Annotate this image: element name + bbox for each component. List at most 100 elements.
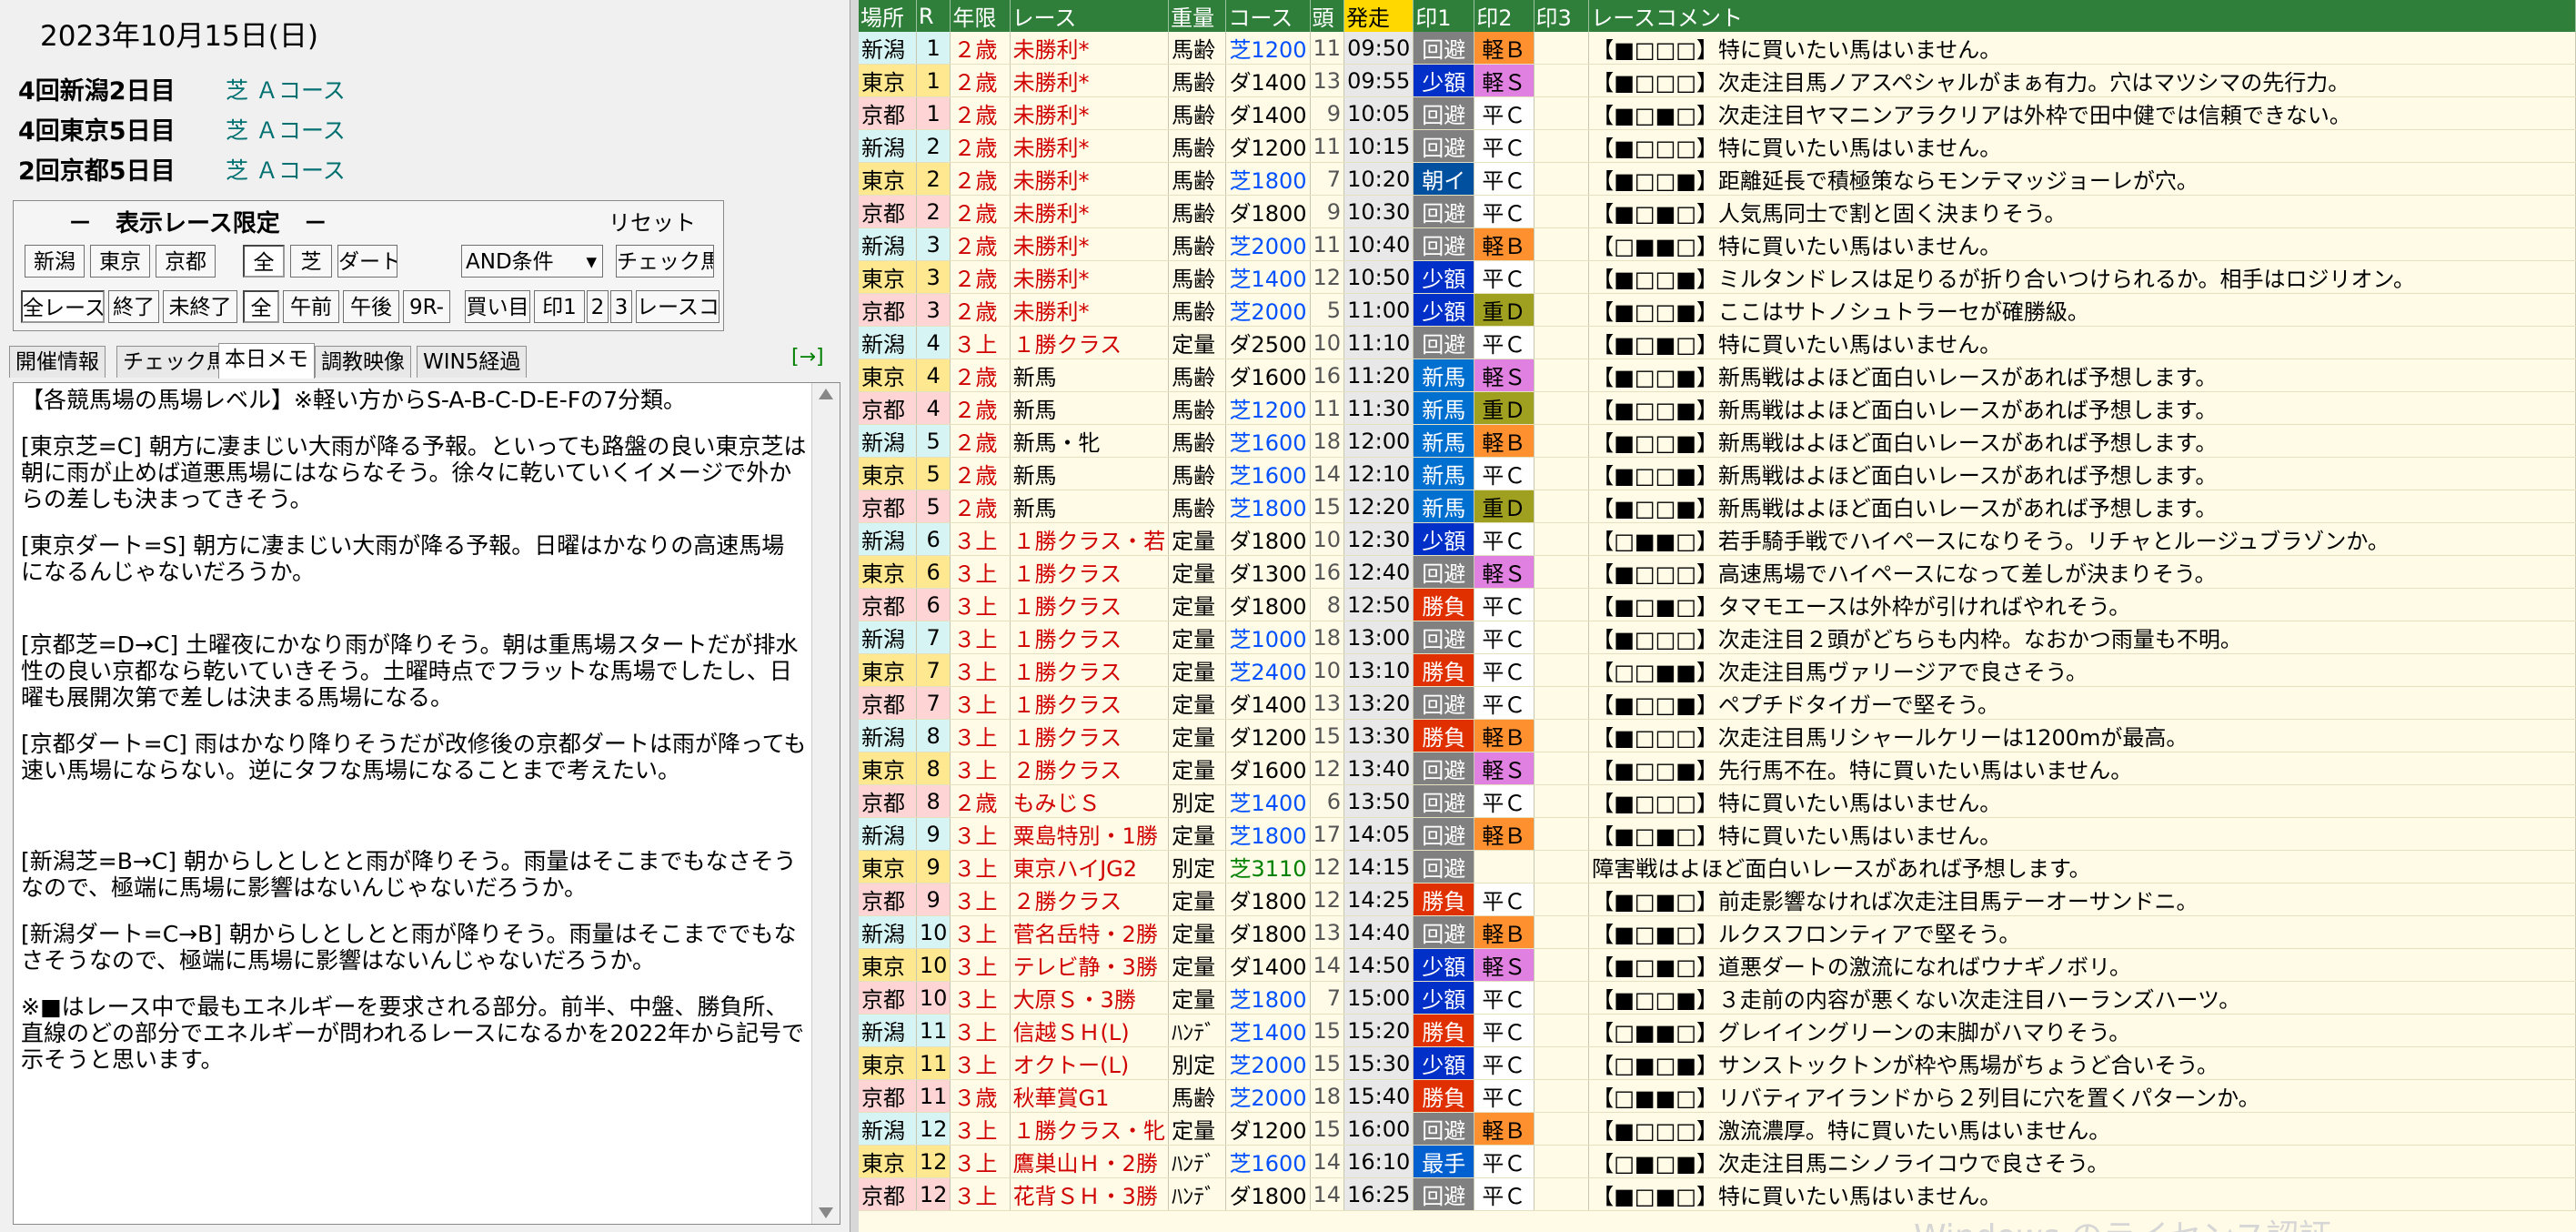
col-race-no-header[interactable]: R <box>916 0 951 32</box>
col-course-header[interactable]: コース <box>1225 0 1311 32</box>
table-row[interactable]: 東京 10 ３上 テレビ静・3勝 定量 ダ1400 14 14:50 少額 軽Ｓ 【■□■□】道悪ダ… <box>859 948 2576 982</box>
filter-tokyo-button[interactable]: 東京 <box>90 245 150 278</box>
cell-comment: 【■□□■】ここはサトノシュトラーセが確勝級。 <box>1588 293 2576 327</box>
memo-textarea[interactable]: 【各競馬場の馬場レベル】※軽い方からS-A-B-C-D-E-Fの7分類。 [東京… <box>13 382 840 1225</box>
cell-heads: 13 <box>1310 915 1345 949</box>
cell-age: ２歳 <box>950 293 1011 327</box>
table-row[interactable]: 京都 1 ２歳 未勝利* 馬齢 ダ1400 9 10:05 回避 平Ｃ 【■□■□】次走注目ヤマニン… <box>859 96 2576 130</box>
col-comment-header[interactable]: レースコメント <box>1588 0 2576 32</box>
memo-paragraph: [京都ダート=C] 雨はかなり降りそうだが改修後の京都ダートは雨が降っても速い馬… <box>21 731 807 783</box>
col-start-time-header[interactable]: 発走 <box>1343 0 1414 32</box>
and-condition-select[interactable]: AND条件 ▾ <box>461 245 603 278</box>
col-mark2-header[interactable]: 印2 <box>1474 0 1535 32</box>
tab-today-memo[interactable]: 本日メモ <box>218 343 315 379</box>
race-comment-button[interactable]: レースコメ <box>636 290 719 323</box>
cell-weight: 定量 <box>1168 817 1227 851</box>
filter-niigata-button[interactable]: 新潟 <box>25 245 85 278</box>
table-row[interactable]: 新潟 7 ３上 １勝クラス 定量 芝1000 18 13:00 回避 平Ｃ 【■□□□】次走注目２頭… <box>859 621 2576 654</box>
col-age-header[interactable]: 年限 <box>950 0 1011 32</box>
filter-morning-button[interactable]: 午前 <box>283 290 339 323</box>
col-mark1-header[interactable]: 印1 <box>1413 0 1475 32</box>
table-row[interactable]: 東京 1 ２歳 未勝利* 馬齢 ダ1400 13 09:55 少額 軽Ｓ 【■□□□】次走注目馬ノア… <box>859 64 2576 97</box>
cell-heads: 11 <box>1310 391 1345 425</box>
table-row[interactable]: 京都 3 ２歳 未勝利* 馬齢 芝2000 5 11:00 少額 重Ｄ 【■□□■】ここはサトノシュ… <box>859 293 2576 327</box>
mark3-button[interactable]: 3 <box>610 290 632 323</box>
table-row[interactable]: 新潟 10 ３上 菅名岳特・2勝 定量 ダ1800 13 14:40 回避 軽Ｂ 【■□■□】ルクス… <box>859 915 2576 949</box>
tab-training-video[interactable]: 調教映像 <box>315 346 411 378</box>
table-row[interactable]: 新潟 1 ２歳 未勝利* 馬齢 芝1200 11 09:50 回避 軽Ｂ 【■□□□】特に買いたい馬… <box>859 32 2576 65</box>
cell-mark3 <box>1534 817 1590 851</box>
table-row[interactable]: 京都 2 ２歳 未勝利* 馬齢 ダ1800 9 10:30 回避 平Ｃ 【■□■□】人気馬同士で割と… <box>859 195 2576 228</box>
filter-finished-button[interactable]: 終了 <box>108 290 159 323</box>
table-row[interactable]: 京都 6 ３上 １勝クラス 定量 ダ1800 8 12:50 勝負 平Ｃ 【■□■□】タマモエースは… <box>859 588 2576 621</box>
table-row[interactable]: 東京 5 ２歳 新馬 馬齢 芝1600 14 12:10 新馬 平Ｃ 【■□□■】新馬戦はよほど面白… <box>859 457 2576 490</box>
filter-all-races-button[interactable]: 全レース <box>21 290 105 323</box>
cell-heads: 6 <box>1310 784 1345 818</box>
mark1-button[interactable]: 印1 <box>534 290 585 323</box>
cell-course: 芝1200 <box>1225 391 1311 425</box>
tab-kaisai-info[interactable]: 開催情報 <box>9 346 106 378</box>
table-row[interactable]: 京都 8 ２歳 もみじＳ 別定 芝1400 6 13:50 回避 平Ｃ 【■□□□】特に買いたい馬は… <box>859 784 2576 818</box>
filter-all-surface-button[interactable]: 全 <box>243 245 285 278</box>
filter-dirt-button[interactable]: ダート <box>337 245 397 278</box>
table-row[interactable]: 京都 11 ３歳 秋華賞G1 馬齢 芝2000 18 15:40 勝負 平Ｃ 【□■■□】リバティア… <box>859 1079 2576 1113</box>
col-race-name-header[interactable]: レース <box>1010 0 1170 32</box>
filter-turf-button[interactable]: 芝 <box>290 245 332 278</box>
expand-arrow-button[interactable]: [→] <box>791 346 824 369</box>
table-row[interactable]: 新潟 9 ３上 粟島特別・1勝 定量 芝1800 17 14:05 回避 軽Ｂ 【■□■□】特に買い… <box>859 817 2576 851</box>
cell-race-name: １勝クラス <box>1010 326 1170 359</box>
col-venue-header[interactable]: 場所 <box>859 0 917 32</box>
memo-paragraph: [新潟芝=B→C] 朝からしとしとと雨が降りそう。雨量はそこまでもなさそうなので… <box>21 848 797 901</box>
table-row[interactable]: 新潟 4 ３上 １勝クラス 定量 ダ2500 10 11:10 回避 平Ｃ 【■□■□】特に買いたい… <box>859 326 2576 359</box>
check-horse-button[interactable]: チェック馬 <box>616 245 714 278</box>
col-mark3-header[interactable]: 印3 <box>1534 0 1590 32</box>
mark2-button[interactable]: 2 <box>587 290 609 323</box>
tab-win5[interactable]: WIN5経過 <box>417 346 528 378</box>
cell-race-no: 3 <box>916 227 951 261</box>
table-row[interactable]: 東京 7 ３上 １勝クラス 定量 芝2400 10 13:10 勝負 平Ｃ 【□□■■】次走注目馬ヴ… <box>859 653 2576 687</box>
col-weight-header[interactable]: 重量 <box>1168 0 1227 32</box>
reset-button[interactable]: リセット <box>609 205 696 237</box>
cell-race-no: 9 <box>916 817 951 851</box>
table-row[interactable]: 京都 12 ３上 花背ＳＨ・3勝 ﾊﾝﾃﾞ ダ1800 14 16:25 回避 平Ｃ 【■□■□】特… <box>859 1177 2576 1211</box>
table-row[interactable]: 東京 9 ３上 東京ハイJG2 別定 芝3110 12 14:15 回避 障害戦はよほど面白いレー… <box>859 850 2576 884</box>
cell-mark2: 軽Ｂ <box>1474 424 1535 458</box>
table-row[interactable]: 東京 8 ３上 ２勝クラス 定量 ダ1600 12 13:40 回避 軽Ｓ 【■□□■】先行馬不在。… <box>859 752 2576 785</box>
table-row[interactable]: 新潟 12 ３上 １勝クラス・牝 定量 ダ1200 15 16:00 回避 軽Ｂ 【■□□□】激流濃… <box>859 1112 2576 1146</box>
table-row[interactable]: 京都 10 ３上 大原Ｓ・3勝 定量 芝1800 7 15:00 少額 平Ｃ 【■□□■】３走前の内… <box>859 981 2576 1015</box>
table-row[interactable]: 新潟 3 ２歳 未勝利* 馬齢 芝2000 11 10:40 回避 軽Ｂ 【□■■□】特に買いたい馬… <box>859 227 2576 261</box>
table-row[interactable]: 東京 6 ３上 １勝クラス 定量 ダ1300 16 12:40 回避 軽Ｓ 【■□□□】高速馬場でハ… <box>859 555 2576 589</box>
table-row[interactable]: 新潟 11 ３上 信越ＳＨ(L) ﾊﾝﾃﾞ 芝1400 15 15:20 勝負 平Ｃ 【□■■□】グ… <box>859 1014 2576 1047</box>
cell-course: 芝1000 <box>1225 621 1311 654</box>
col-heads-header[interactable]: 頭 <box>1310 0 1345 32</box>
table-row[interactable]: 東京 2 ２歳 未勝利* 馬齢 芝1800 7 10:20 朝イ 平Ｃ 【■□□■】距離延長で積極策… <box>859 162 2576 196</box>
table-row[interactable]: 京都 5 ２歳 新馬 馬齢 芝1800 15 12:20 新馬 重Ｄ 【■□□■】新馬戦はよほど面白… <box>859 490 2576 523</box>
memo-scrollbar[interactable] <box>811 383 840 1224</box>
scroll-up-icon[interactable] <box>819 389 833 399</box>
table-row[interactable]: 新潟 6 ３上 １勝クラス・若 定量 ダ1800 10 12:30 少額 平Ｃ 【□■■□】若手騎手… <box>859 522 2576 556</box>
tab-check-horse[interactable]: チェック馬 <box>116 346 234 378</box>
table-row[interactable]: 京都 7 ３上 １勝クラス 定量 ダ1400 13 13:20 回避 平Ｃ 【■□□■】ペプチドタイ… <box>859 686 2576 720</box>
table-row[interactable]: 新潟 8 ３上 １勝クラス 定量 ダ1200 15 13:30 勝負 軽Ｂ 【■□□□】次走注目馬リ… <box>859 719 2576 752</box>
table-row[interactable]: 新潟 5 ２歳 新馬・牝 馬齢 芝1600 18 12:00 新馬 軽Ｂ 【■□□■】新馬戦はよほど… <box>859 424 2576 458</box>
filter-kyoto-button[interactable]: 京都 <box>156 245 216 278</box>
table-row[interactable]: 京都 4 ２歳 新馬 馬齢 芝1200 11 11:30 新馬 重Ｄ 【■□□■】新馬戦はよほど面白… <box>859 391 2576 425</box>
filter-9r-button[interactable]: 9R- <box>403 290 450 323</box>
filter-unfinished-button[interactable]: 未終了 <box>163 290 237 323</box>
cell-weight: ﾊﾝﾃﾞ <box>1168 1177 1227 1211</box>
table-row[interactable]: 東京 12 ３上 鷹巣山Ｈ・2勝 ﾊﾝﾃﾞ 芝1600 14 16:10 最手 平Ｃ 【□■□■】次… <box>859 1145 2576 1178</box>
cell-comment: 【■□□■】ペプチドタイガーで堅そう。 <box>1588 686 2576 720</box>
table-row[interactable]: 新潟 2 ２歳 未勝利* 馬齢 ダ1200 11 10:15 回避 平Ｃ 【■□□□】特に買いたい馬… <box>859 129 2576 163</box>
filter-all-time-button[interactable]: 全 <box>243 290 279 323</box>
cell-race-no: 6 <box>916 588 951 621</box>
filter-afternoon-button[interactable]: 午後 <box>343 290 399 323</box>
meeting-name: 4回東京5日目 <box>18 117 176 146</box>
table-row[interactable]: 東京 11 ３上 オクトー(L) 別定 芝2000 15 15:30 少額 平Ｃ 【□■□■】サンス… <box>859 1046 2576 1080</box>
cell-mark2: 平Ｃ <box>1474 96 1535 130</box>
table-row[interactable]: 東京 3 ２歳 未勝利* 馬齢 芝1400 12 10:50 少額 平Ｃ 【■□□■】ミルタンドレス… <box>859 260 2576 294</box>
scroll-down-icon[interactable] <box>819 1207 833 1218</box>
table-row[interactable]: 京都 9 ３上 ２勝クラス 定量 ダ1800 12 14:25 勝負 平Ｃ 【■□■□】前走影響なけ… <box>859 883 2576 916</box>
bet-button[interactable]: 買い目 <box>465 290 530 323</box>
table-row[interactable]: 東京 4 ２歳 新馬 馬齢 ダ1600 16 11:20 新馬 軽Ｓ 【■□□■】新馬戦はよほど面白… <box>859 358 2576 392</box>
cell-mark2: 軽Ｓ <box>1474 64 1535 97</box>
